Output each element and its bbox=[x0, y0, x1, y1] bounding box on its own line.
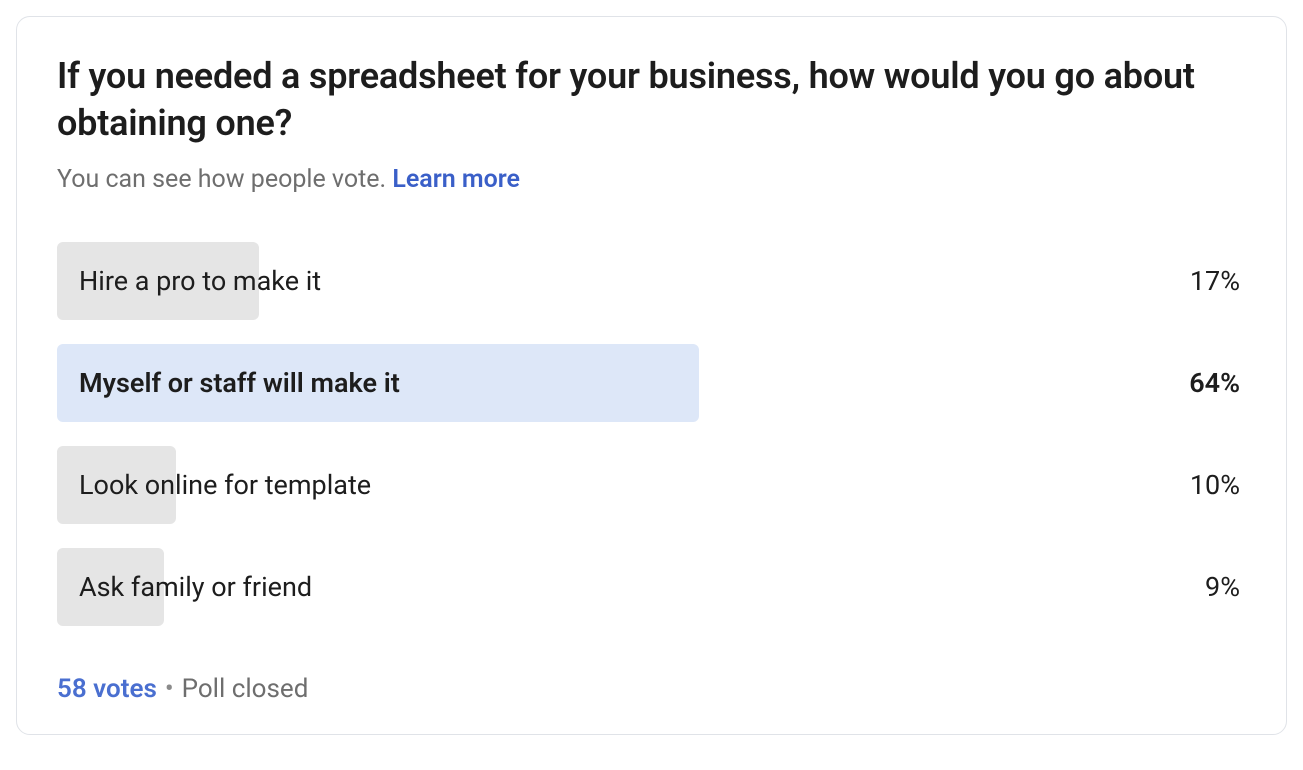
poll-option-label: Hire a pro to make it bbox=[57, 265, 1190, 297]
poll-option[interactable]: Look online for template10% bbox=[57, 446, 1246, 524]
poll-subtitle: You can see how people vote. Learn more bbox=[57, 165, 1246, 194]
poll-question: If you needed a spreadsheet for your bus… bbox=[57, 53, 1246, 147]
poll-option-label: Ask family or friend bbox=[57, 571, 1205, 603]
poll-option[interactable]: Ask family or friend9% bbox=[57, 548, 1246, 626]
poll-option[interactable]: Hire a pro to make it17% bbox=[57, 242, 1246, 320]
poll-option-percent: 64% bbox=[1189, 367, 1246, 399]
poll-options: Hire a pro to make it17% Myself or staff … bbox=[57, 242, 1246, 626]
poll-option[interactable]: Myself or staff will make it64% bbox=[57, 344, 1246, 422]
subtitle-text: You can see how people vote. bbox=[57, 165, 392, 194]
poll-option-percent: 9% bbox=[1205, 571, 1246, 603]
learn-more-link[interactable]: Learn more bbox=[392, 165, 520, 194]
poll-card: If you needed a spreadsheet for your bus… bbox=[16, 16, 1287, 735]
footer-separator: • bbox=[165, 674, 174, 704]
votes-count[interactable]: 58 votes bbox=[57, 674, 157, 704]
poll-option-label: Look online for template bbox=[57, 469, 1190, 501]
poll-footer: 58 votes • Poll closed bbox=[57, 674, 1246, 704]
poll-option-label: Myself or staff will make it bbox=[57, 367, 1189, 399]
poll-option-percent: 10% bbox=[1190, 469, 1246, 501]
poll-status: Poll closed bbox=[182, 674, 309, 704]
poll-option-percent: 17% bbox=[1190, 265, 1246, 297]
